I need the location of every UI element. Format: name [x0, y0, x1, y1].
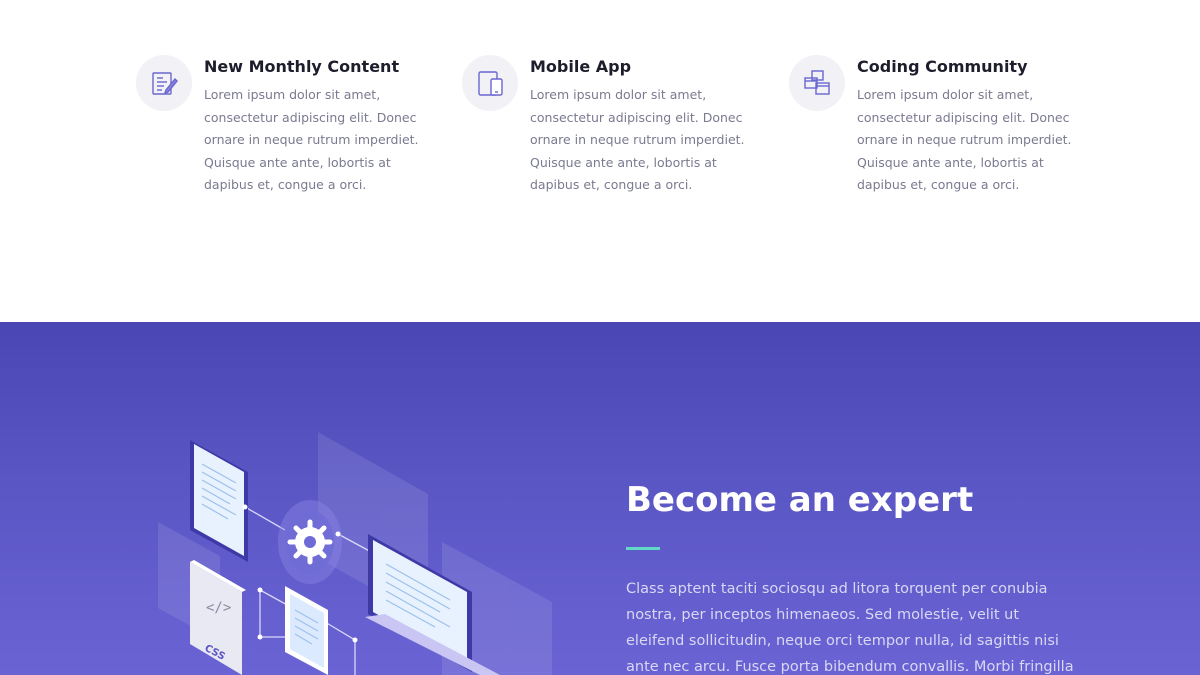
feature-description: Lorem ipsum dolor sit amet, consectetur …: [204, 87, 419, 192]
feature-title: Coding Community: [857, 57, 1028, 76]
gear-icon: [278, 500, 342, 584]
hero-headline: Become an expert: [626, 480, 974, 520]
feature-description: Lorem ipsum dolor sit amet, consectetur …: [857, 87, 1072, 192]
feature-description: Lorem ipsum dolor sit amet, consectetur …: [530, 87, 745, 192]
feature-title: New Monthly Content: [204, 57, 400, 76]
headline-accent-divider: [626, 547, 660, 550]
code-symbol: </>: [206, 600, 231, 616]
overlapping-windows-icon: [789, 55, 845, 111]
feature-title: Mobile App: [530, 57, 632, 76]
features-section: New Monthly Content Lorem ipsum dolor si…: [0, 0, 1200, 322]
code-file-card: </> CSS: [190, 560, 246, 675]
isometric-devices-illustration: </> CSS: [158, 432, 552, 675]
mobile-devices-icon: [462, 55, 518, 111]
tablet-device: [190, 440, 248, 562]
document-edit-icon: [136, 55, 192, 111]
phone-device: [285, 586, 328, 675]
hero-section: </> CSS Become an expert Class aptent ta…: [0, 322, 1200, 675]
hero-body-text: Class aptent taciti sociosqu ad litora t…: [626, 581, 1074, 675]
